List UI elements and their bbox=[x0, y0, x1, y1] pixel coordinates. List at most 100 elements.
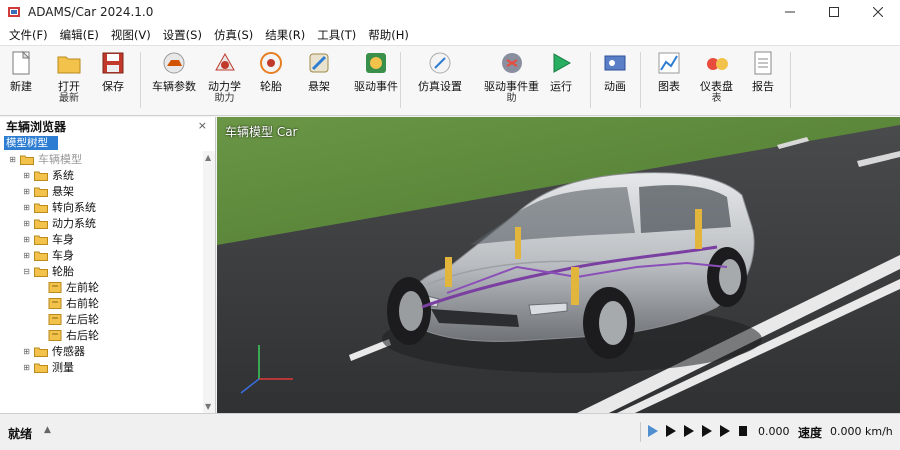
toolbar-button-1[interactable]: 打开 最新 bbox=[56, 50, 82, 105]
skip-end-icon[interactable] bbox=[718, 423, 732, 439]
tree-item[interactable]: 右后轮 bbox=[36, 327, 99, 343]
sim-settings-icon bbox=[429, 52, 451, 74]
panel-close-button[interactable]: × bbox=[198, 119, 207, 132]
maximize-button[interactable] bbox=[812, 0, 856, 24]
dynamics-icon bbox=[214, 52, 235, 71]
fast-forward-icon[interactable] bbox=[700, 423, 714, 439]
tree-item-label: 动力系统 bbox=[52, 217, 96, 230]
toolbar-button-2[interactable]: 保存 bbox=[100, 50, 126, 93]
toolbar-button-11[interactable]: 动画 bbox=[602, 50, 628, 93]
menu-item-4[interactable]: 仿真(S) bbox=[208, 27, 259, 43]
window-title: ADAMS/Car 2024.1.0 bbox=[28, 5, 154, 19]
toolbar-label: 车辆参数 bbox=[152, 80, 196, 93]
step-forward-icon[interactable] bbox=[682, 423, 696, 439]
tree-item[interactable]: ⊞ 悬架 bbox=[22, 183, 74, 199]
status-bar: 就绪 ▲ 0.000 速度 0.000 km/h bbox=[0, 413, 900, 450]
stop-icon[interactable] bbox=[736, 423, 750, 439]
toolbar-button-9[interactable]: 驱动事件重助 bbox=[484, 50, 539, 105]
tree-item[interactable]: 左后轮 bbox=[36, 311, 99, 327]
toolbar-label: 报告 bbox=[752, 80, 774, 93]
tree-expander-icon[interactable]: ⊞ bbox=[22, 187, 31, 196]
toolbar-button-8[interactable]: 仿真设置 bbox=[418, 50, 462, 93]
folder-icon bbox=[34, 267, 48, 277]
tree-item[interactable]: ⊞ 传感器 bbox=[22, 343, 85, 359]
toolbar-label: 驱动事件 bbox=[354, 80, 398, 93]
toolbar-label: 运行 bbox=[550, 80, 572, 93]
toolbar-button-14[interactable]: 报告 bbox=[750, 50, 776, 93]
toolbar-separator bbox=[140, 52, 141, 108]
suspension-icon bbox=[309, 53, 329, 73]
tree-item[interactable]: ⊟ 轮胎 bbox=[22, 263, 74, 279]
tree-expander-icon[interactable]: ⊞ bbox=[22, 347, 31, 356]
folder-icon bbox=[34, 251, 48, 261]
front-left-strut bbox=[445, 257, 452, 287]
tree-item[interactable]: ⊞ 车辆模型 bbox=[8, 151, 82, 167]
title-bar: ADAMS/Car 2024.1.0 bbox=[0, 0, 900, 24]
toolbar-button-7[interactable]: 驱动事件 bbox=[354, 50, 398, 93]
toolbar-button-4[interactable]: 动力学 助力 bbox=[208, 50, 241, 105]
play-reverse-icon[interactable] bbox=[646, 423, 660, 439]
menu-item-6[interactable]: 工具(T) bbox=[311, 27, 362, 43]
viewport-title: 车辆模型 Car bbox=[225, 125, 298, 139]
vehicle-browser-panel: 车辆浏览器 × 模型树型 ⊞ 车辆模型 ⊞ 系统 ⊞ 悬架 ⊞ 转向系统 ⊞ 动力系统 ⊞ 车身 ⊞ 车身… bbox=[0, 117, 216, 413]
tree-item[interactable]: ⊞ 动力系统 bbox=[22, 215, 96, 231]
tree-item[interactable]: ⊞ 转向系统 bbox=[22, 199, 96, 215]
toolbar-button-0[interactable]: 新建 bbox=[8, 50, 34, 93]
rear-left-strut bbox=[515, 227, 521, 259]
toolbar-button-12[interactable]: 图表 bbox=[656, 50, 682, 93]
toolbar-button-3[interactable]: 车辆参数 bbox=[152, 50, 196, 93]
scroll-up-icon[interactable]: ▲ bbox=[205, 153, 211, 162]
tree-item[interactable]: 左前轮 bbox=[36, 279, 99, 295]
scroll-down-icon[interactable]: ▼ bbox=[205, 402, 211, 411]
status-caret-icon[interactable]: ▲ bbox=[44, 425, 51, 435]
tree-expander-icon[interactable]: ⊟ bbox=[22, 267, 31, 276]
panel-title: 车辆浏览器 bbox=[6, 119, 67, 134]
app-window: ADAMS/Car 2024.1.0 文件(F) 编辑(E) 视图(V) 设置(S) 仿… bbox=[0, 0, 900, 450]
report-icon bbox=[754, 51, 772, 75]
menu-item-3[interactable]: 设置(S) bbox=[157, 27, 208, 43]
tree-expander-icon[interactable]: ⊞ bbox=[22, 219, 31, 228]
toolbar-separator bbox=[400, 52, 401, 108]
part-icon bbox=[48, 297, 62, 309]
tree-expander-icon[interactable]: ⊞ bbox=[22, 363, 31, 372]
tree-item[interactable]: 右前轮 bbox=[36, 295, 99, 311]
viewport-scene bbox=[217, 117, 900, 413]
tree-expander-icon[interactable]: ⊞ bbox=[8, 155, 17, 164]
toolbar-button-6[interactable]: 悬架 bbox=[306, 50, 332, 93]
tree-item[interactable]: ⊞ 车身 bbox=[22, 231, 74, 247]
tree-filter-field[interactable]: 模型树型 bbox=[4, 136, 58, 150]
front-right-strut bbox=[571, 267, 579, 305]
toolbar-label: 打开 bbox=[58, 80, 80, 93]
menu-item-7[interactable]: 帮助(H) bbox=[362, 27, 415, 43]
folder-icon bbox=[34, 187, 48, 197]
toolbar-button-10[interactable]: 运行 bbox=[548, 50, 574, 93]
minimize-icon bbox=[785, 11, 795, 13]
speed-readout: 0.000 km/h bbox=[830, 425, 893, 438]
tree-item[interactable]: ⊞ 车身 bbox=[22, 247, 74, 263]
menu-item-2[interactable]: 视图(V) bbox=[105, 27, 157, 43]
tree-expander-icon[interactable]: ⊞ bbox=[22, 251, 31, 260]
toolbar-button-13[interactable]: 仪表盘表 bbox=[700, 50, 733, 105]
minimize-button[interactable] bbox=[768, 0, 812, 24]
3d-viewport[interactable]: 车辆模型 Car bbox=[217, 117, 900, 413]
tree-expander-icon[interactable]: ⊞ bbox=[22, 203, 31, 212]
open-folder-icon bbox=[57, 56, 81, 74]
menu-item-0[interactable]: 文件(F) bbox=[3, 27, 54, 43]
toolbar-label: 仪表盘 bbox=[700, 80, 733, 93]
menu-item-1[interactable]: 编辑(E) bbox=[54, 27, 105, 43]
folder-icon bbox=[34, 347, 48, 357]
animation-icon bbox=[604, 55, 626, 71]
part-icon bbox=[48, 329, 62, 341]
play-icon[interactable] bbox=[664, 423, 678, 439]
tree-expander-icon[interactable]: ⊞ bbox=[22, 171, 31, 180]
tree-item[interactable]: ⊞ 测量 bbox=[22, 359, 74, 375]
toolbar-sublabel: 助 bbox=[506, 93, 517, 104]
front-right-rim bbox=[599, 301, 627, 345]
tree-scrollbar[interactable]: ▲ ▼ bbox=[203, 151, 215, 413]
toolbar-button-5[interactable]: 轮胎 bbox=[258, 50, 284, 93]
close-window-button[interactable] bbox=[856, 0, 900, 24]
drive-event-icon bbox=[366, 53, 386, 73]
tree-item[interactable]: ⊞ 系统 bbox=[22, 167, 74, 183]
tree-expander-icon[interactable]: ⊞ bbox=[22, 235, 31, 244]
menu-item-5[interactable]: 结果(R) bbox=[259, 27, 311, 43]
